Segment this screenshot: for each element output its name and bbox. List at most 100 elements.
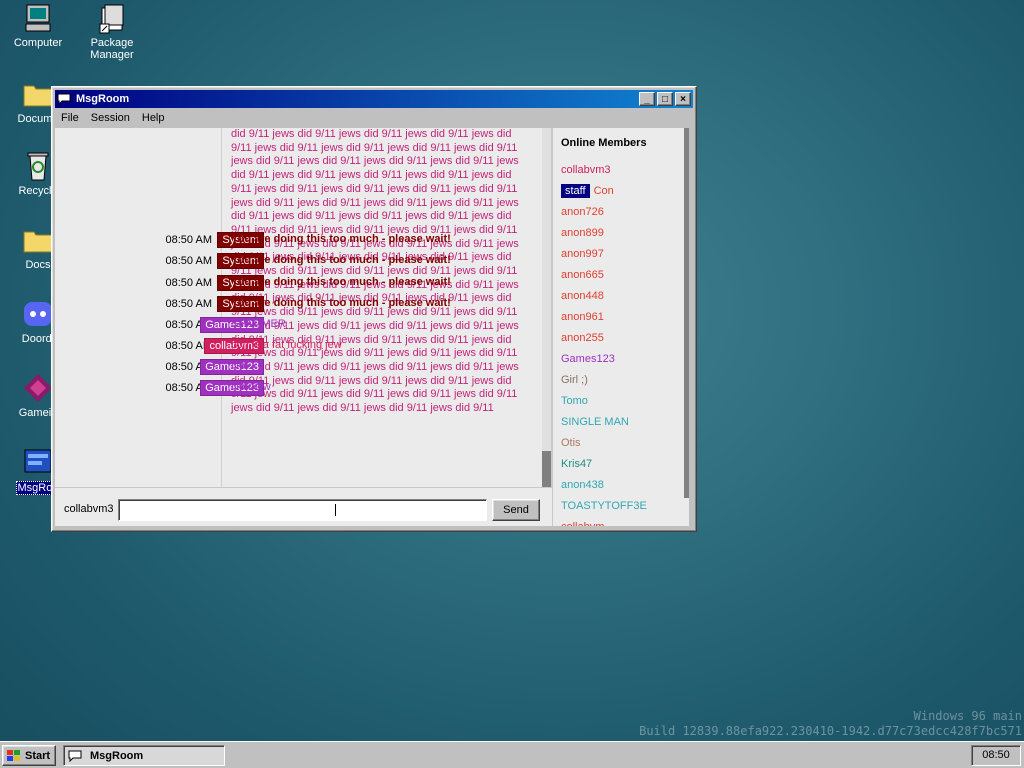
member-item[interactable]: TOASTYTOFF3E xyxy=(553,496,689,517)
member-name: anon997 xyxy=(561,248,604,260)
send-button[interactable]: Send xyxy=(492,499,540,521)
member-item[interactable]: Otis xyxy=(553,433,689,454)
menu-session[interactable]: Session xyxy=(85,112,136,124)
chat-message-row: 08:50 AM Games123 No xyxy=(55,357,542,378)
member-item[interactable]: Games123 xyxy=(553,349,689,370)
member-item[interactable]: anon961 xyxy=(553,307,689,328)
message-text: You are doing this too much - please wai… xyxy=(231,297,451,309)
folder-icon xyxy=(22,224,54,256)
build-watermark-line1: Windows 96 main xyxy=(913,709,1022,723)
member-name: anon438 xyxy=(561,479,604,491)
window-body: did 9/11 jews did 9/11 jews did 9/11 jew… xyxy=(55,128,689,526)
maximize-button[interactable]: □ xyxy=(657,92,673,106)
staff-badge: staff xyxy=(561,184,590,198)
folder-icon xyxy=(22,78,54,110)
message-time: 08:50 AM xyxy=(165,277,212,289)
maximize-icon: □ xyxy=(661,93,669,105)
member-list: collabvm3 staff Con anon726 anon899 anon997 an… xyxy=(553,160,689,526)
message-text: No xyxy=(231,360,246,372)
start-button[interactable]: Start xyxy=(2,745,56,766)
desktop-icon-computer[interactable]: Computer xyxy=(2,2,74,49)
member-name: Kris47 xyxy=(561,458,593,470)
message-text: No nsfw xyxy=(231,381,271,393)
message-input[interactable] xyxy=(118,499,487,521)
members-scrollbar[interactable] xyxy=(684,128,689,498)
message-text: You are doing this too much - please wai… xyxy=(231,233,451,245)
chat-bubble-icon xyxy=(57,93,71,106)
taskbar-item-msgroom[interactable]: MsgRoom xyxy=(63,745,225,766)
member-item[interactable]: collabvm xyxy=(553,517,689,526)
member-item[interactable]: anon438 xyxy=(553,475,689,496)
msgroom-window[interactable]: MsgRoom _ □ × File Session Help did 9/11… xyxy=(51,86,697,532)
text-cursor xyxy=(335,504,336,516)
build-watermark-line2: Build 12839.88efa922.230410-1942.d77c73e… xyxy=(639,724,1022,738)
chat-message-row: 08:50 AM Games123 SPAMMER xyxy=(55,315,542,336)
message-time: 08:50 AM xyxy=(165,298,212,310)
member-name: anon255 xyxy=(561,332,604,344)
member-item[interactable]: Kris47 xyxy=(553,454,689,475)
chat-message-row: 08:50 AM System You are doing this too muc… xyxy=(55,230,542,251)
member-name: Games123 xyxy=(561,353,615,365)
member-item[interactable]: collabvm3 xyxy=(553,160,689,181)
chat-scrollbar[interactable] xyxy=(542,128,551,487)
window-title: MsgRoom xyxy=(76,93,130,105)
member-name: anon726 xyxy=(561,206,604,218)
taskbar: Start MsgRoom 08:50 xyxy=(0,741,1024,768)
chat-message-row: 08:50 AM System You are doing this too muc… xyxy=(55,294,542,315)
message-text: SPAMMER xyxy=(231,318,286,330)
input-bar: collabvm3 Send xyxy=(55,487,552,526)
member-item[interactable]: staff Con xyxy=(553,181,689,202)
msgroom-icon xyxy=(22,446,54,478)
title-bar[interactable]: MsgRoom _ □ × xyxy=(55,90,693,108)
close-icon: × xyxy=(680,93,686,105)
chat-bubble-icon xyxy=(68,750,84,762)
member-name: TOASTYTOFF3E xyxy=(561,500,647,512)
message-text: You are doing this too much - please wai… xyxy=(231,276,451,288)
member-name: anon665 xyxy=(561,269,604,281)
member-item[interactable]: anon448 xyxy=(553,286,689,307)
member-name: collabvm3 xyxy=(561,164,611,176)
chat-scrollbar-thumb[interactable] xyxy=(542,451,551,487)
member-name: Otis xyxy=(561,437,581,449)
member-item[interactable]: anon726 xyxy=(553,202,689,223)
member-item[interactable]: anon665 xyxy=(553,265,689,286)
start-label: Start xyxy=(25,749,51,762)
chat-message-row: 08:50 AM Games123 No nsfw xyxy=(55,378,542,399)
message-time: 08:50 AM xyxy=(165,234,212,246)
member-item[interactable]: Tomo xyxy=(553,391,689,412)
computer-icon xyxy=(22,2,54,34)
system-clock: 08:50 xyxy=(971,745,1021,766)
member-item[interactable]: anon899 xyxy=(553,223,689,244)
desktop-icon-package-manager[interactable]: Package Manager xyxy=(76,2,148,61)
member-item[interactable]: Girl ;) xyxy=(553,370,689,391)
member-item[interactable]: anon255 xyxy=(553,328,689,349)
windows-logo-icon xyxy=(6,749,22,763)
close-button[interactable]: × xyxy=(675,92,691,106)
member-name: anon448 xyxy=(561,290,604,302)
discord-icon xyxy=(22,298,54,330)
minimize-icon: _ xyxy=(644,93,650,105)
online-members-title: Online Members xyxy=(561,137,647,149)
member-name: Girl ;) xyxy=(561,374,588,386)
chat-message-row: 08:50 AM System You are doing this too muc… xyxy=(55,251,542,272)
game-icon xyxy=(22,372,54,404)
chat-log[interactable]: did 9/11 jews did 9/11 jews did 9/11 jew… xyxy=(55,128,552,487)
member-name: collabvm xyxy=(561,521,604,526)
member-item[interactable]: SINGLE MAN xyxy=(553,412,689,433)
menu-file[interactable]: File xyxy=(55,112,85,124)
recycle-bin-icon xyxy=(22,150,54,182)
menu-help[interactable]: Help xyxy=(136,112,171,124)
taskbar-item-label: MsgRoom xyxy=(90,749,144,762)
member-name: SINGLE MAN xyxy=(561,416,629,428)
member-name: Con xyxy=(593,185,614,197)
message-text: You are doing this too much - please wai… xyxy=(231,254,451,266)
menu-bar: File Session Help xyxy=(55,108,693,128)
chat-message-row: 08:50 AM collabvm3 con is a fat fucking je… xyxy=(55,336,542,357)
message-time: 08:50 AM xyxy=(165,255,212,267)
package-icon xyxy=(96,2,128,34)
current-nick: collabvm3 xyxy=(64,503,114,515)
member-item[interactable]: anon997 xyxy=(553,244,689,265)
minimize-button[interactable]: _ xyxy=(639,92,655,106)
member-name: anon899 xyxy=(561,227,604,239)
online-members-panel: Online Members collabvm3 staff Con anon726 a… xyxy=(552,128,689,526)
